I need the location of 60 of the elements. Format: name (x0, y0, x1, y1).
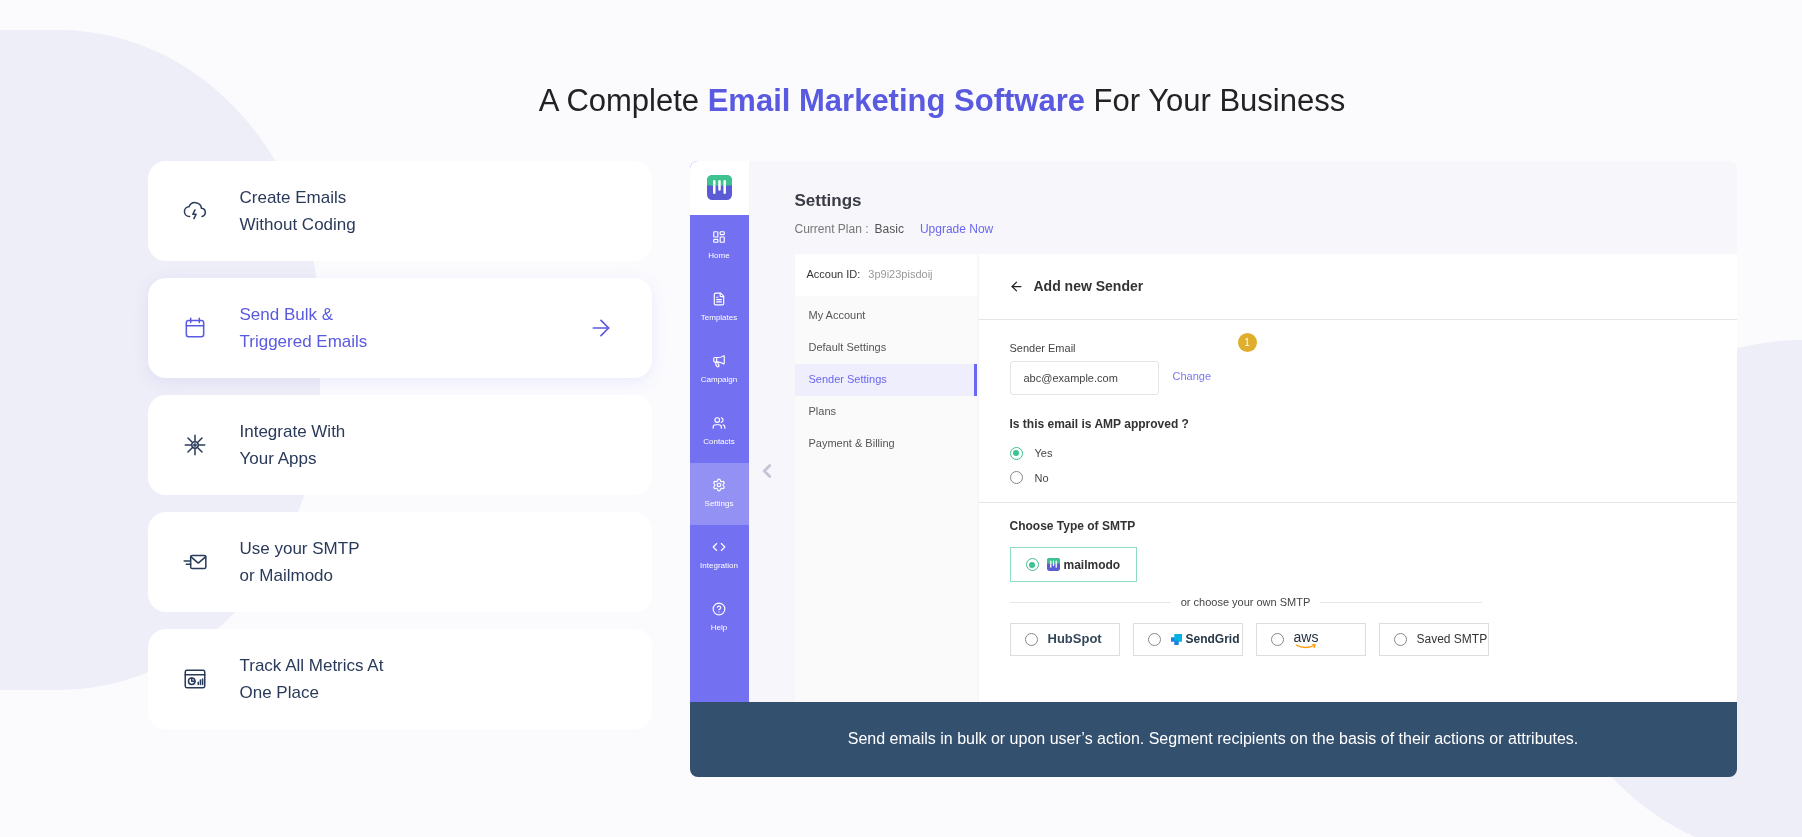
sidebar-item[interactable]: Home (689, 214, 749, 277)
provider-logo-text: HubSpot (1047, 630, 1102, 649)
feature-label: Track All Metrics At One Place (239, 654, 384, 704)
megaphone-icon (712, 353, 726, 368)
sidebar-item[interactable]: Help (689, 586, 749, 649)
menu-item[interactable]: Plans (794, 395, 977, 428)
account-id-label: Accoun ID: (806, 267, 861, 283)
plan-name: Basic (874, 220, 904, 238)
document-icon (712, 291, 726, 306)
smtp-option[interactable]: aws (1255, 622, 1366, 656)
change-link[interactable]: Change (1172, 367, 1212, 385)
people-icon (712, 415, 726, 430)
logo-icon (706, 175, 732, 200)
form-title: Add new Sender (1033, 276, 1144, 296)
feature-label: Send Bulk & Triggered Emails (239, 303, 368, 353)
upgrade-link[interactable]: Upgrade Now (919, 219, 994, 238)
back-icon[interactable] (1008, 278, 1024, 294)
provider-logo-text: mailmodo (1063, 556, 1121, 574)
dashboard-icon (712, 229, 726, 244)
feature-card[interactable]: Create Emails Without Coding (147, 160, 652, 261)
smile-arrow-icon (1294, 643, 1317, 649)
provider-logo-text: aws (1293, 629, 1319, 644)
menu-item[interactable]: My Account (794, 299, 977, 332)
account-id: 3p9i23pisdoij (868, 267, 933, 283)
menu-item[interactable]: Payment & Billing (794, 427, 977, 460)
sidebar-item[interactable]: Integration (689, 524, 749, 587)
smtp-option[interactable]: mailmodo (1009, 547, 1137, 582)
caption-text: Send emails in bulk or upon user’s action. Segment recipients on the basis of their actions or attributes. (847, 729, 1579, 749)
settings-icon (712, 477, 726, 492)
feature-label: Use your SMTP or Mailmodo (239, 537, 360, 587)
divider-label: or choose your own SMTP (1180, 595, 1311, 610)
feature-card[interactable]: Send Bulk & Triggered Emails (147, 277, 652, 378)
smtp-option[interactable]: HubSpot (1009, 622, 1120, 656)
page-title: Settings (794, 190, 863, 213)
menu-item[interactable]: Sender Settings (794, 363, 977, 396)
field-label: Sender Email (1009, 340, 1076, 356)
email-input[interactable]: abc@example.com (1009, 361, 1159, 395)
menu-item[interactable]: Default Settings (794, 331, 977, 364)
feature-card[interactable]: Integrate With Your Apps (147, 394, 652, 495)
option-label: No (1034, 470, 1049, 486)
smtp-option[interactable]: SendGrid (1132, 622, 1243, 656)
feature-card[interactable]: Use your SMTP or Mailmodo (147, 511, 652, 612)
question-label: Is this email is AMP approved ? (1009, 416, 1190, 433)
feature-label: Create Emails Without Coding (239, 186, 356, 236)
provider-logo-text: SendGrid (1185, 631, 1240, 648)
sidebar-item[interactable]: Templates (689, 276, 749, 339)
sidebar-item[interactable]: Campaign (689, 338, 749, 401)
option-label: Yes (1034, 446, 1053, 461)
squares-logo-icon (1170, 633, 1182, 645)
provider-label: Saved SMTP (1416, 631, 1488, 648)
step-badge: 1 (1237, 332, 1257, 352)
feature-label: Integrate With Your Apps (239, 420, 346, 470)
section-heading: A Complete Email Marketing Software For Your Business (538, 82, 1346, 120)
feature-card[interactable]: Track All Metrics At One Place (147, 628, 652, 729)
plan-label: Current Plan : (794, 220, 869, 238)
logo-icon (1046, 558, 1060, 571)
smtp-option[interactable]: Saved SMTP (1378, 622, 1489, 656)
sidebar-item[interactable]: Contacts (689, 400, 749, 463)
section-label: Choose Type of SMTP (1009, 518, 1137, 535)
help-icon (712, 601, 726, 616)
